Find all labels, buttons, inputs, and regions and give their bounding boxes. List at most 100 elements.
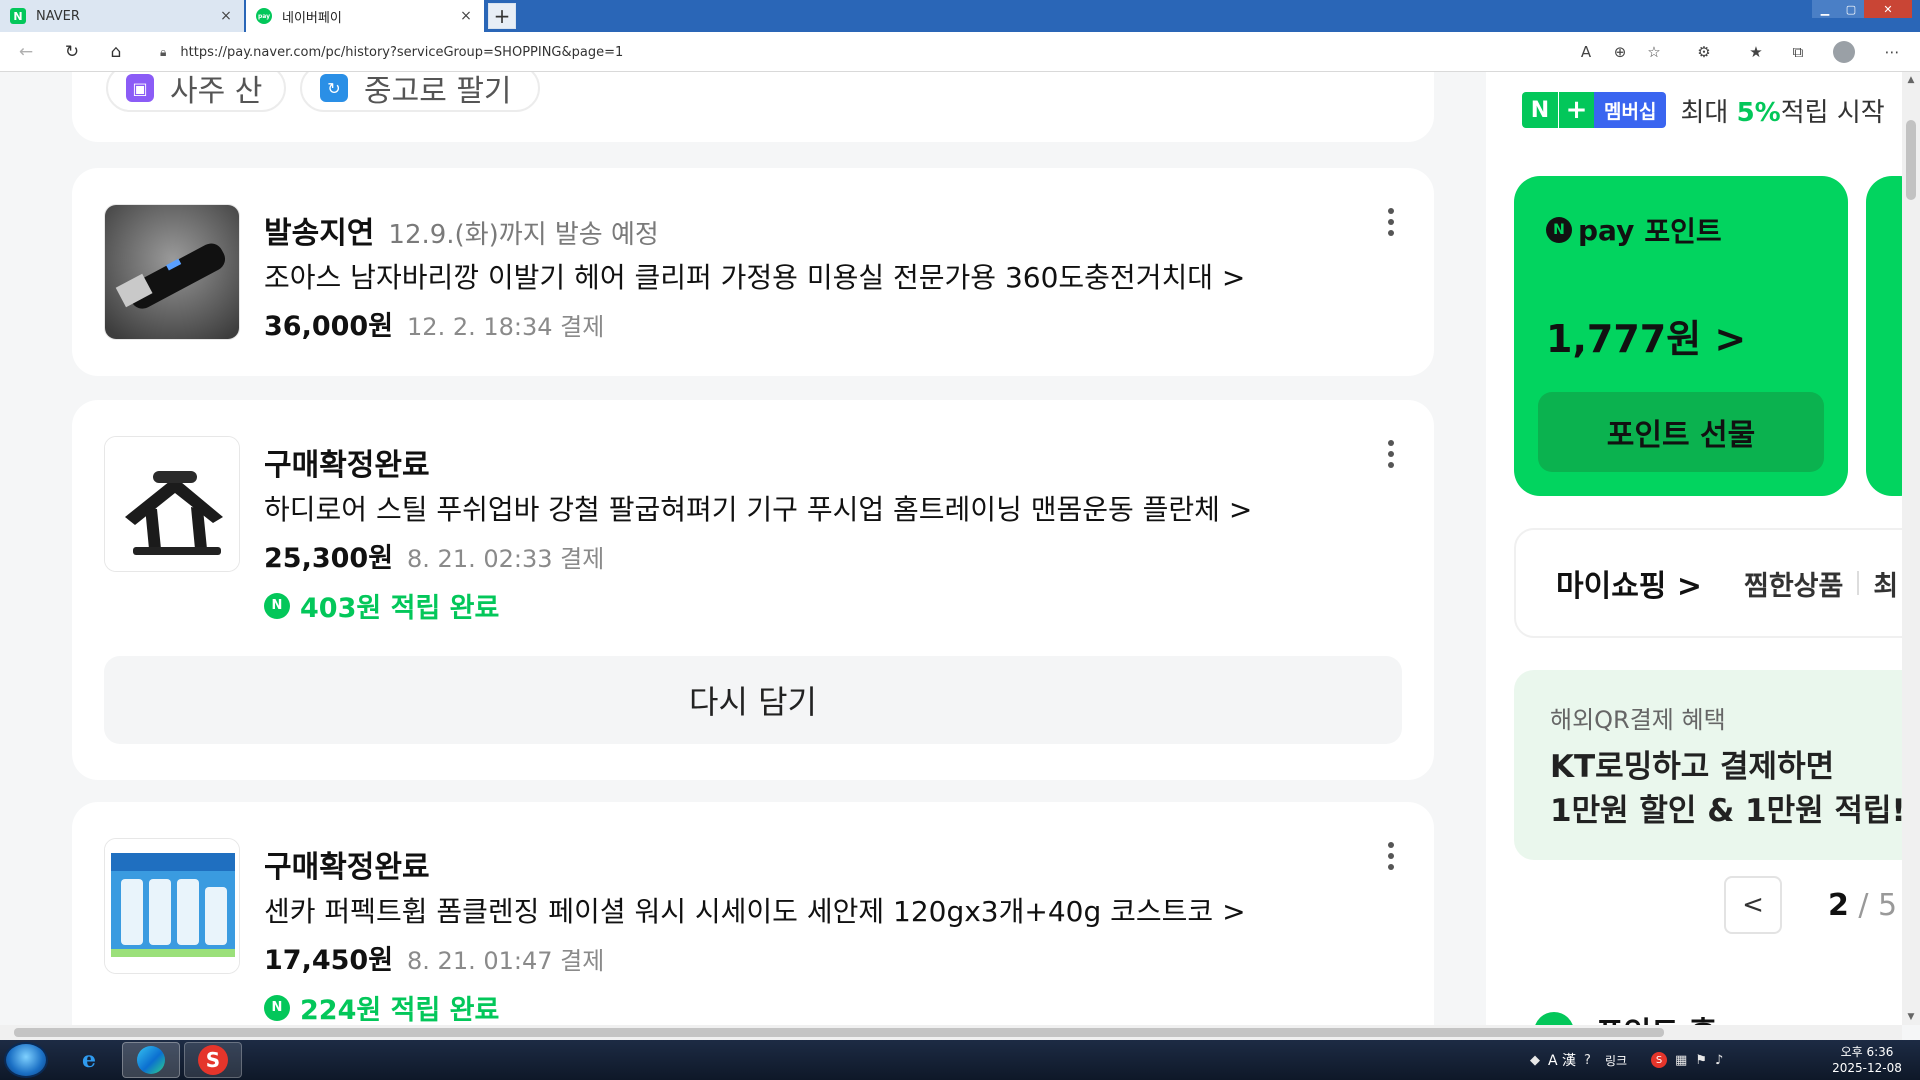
horizontal-scrollbar[interactable]: [0, 1025, 1902, 1040]
wishlist-link[interactable]: 찜한상품: [1744, 564, 1843, 603]
new-tab-button[interactable]: +: [488, 3, 516, 29]
point-balance-link[interactable]: 1,777원 >: [1546, 308, 1746, 363]
scroll-up-icon[interactable]: ▲: [1902, 72, 1920, 88]
price-row: 17,450원 8. 21. 01:47 결제: [264, 938, 604, 977]
more-options-icon[interactable]: ⋯: [1880, 40, 1904, 64]
more-vertical-icon[interactable]: [1376, 202, 1406, 242]
point-reward: 224원 적립 완료: [264, 988, 499, 1025]
scroll-thumb[interactable]: [1906, 120, 1916, 200]
chip-label: 사주 산: [170, 74, 263, 109]
myshopping-box: 마이쇼핑 > 찜한상품 최: [1514, 528, 1902, 638]
chevron-left-icon[interactable]: <: [1724, 876, 1782, 934]
tab-close-icon[interactable]: ×: [458, 8, 474, 24]
tab-naverpay[interactable]: pay 네이버페이 ×: [246, 0, 484, 32]
payment-date: 12. 2. 18:34 결제: [407, 313, 605, 341]
promo-subtitle: 해외QR결제 혜택: [1550, 706, 1726, 734]
bag-icon: ▣: [126, 74, 154, 102]
order-price: 36,000원: [264, 311, 394, 342]
point-home-link[interactable]: 포인트 홈: [1596, 1008, 1717, 1025]
tab-close-icon[interactable]: ×: [218, 8, 234, 24]
read-aloud-icon[interactable]: A: [1574, 40, 1598, 64]
scroll-thumb[interactable]: [14, 1028, 1664, 1037]
naverpay-favicon-icon: pay: [256, 8, 272, 24]
windows-taskbar: e S ◆ A 漢 ? 링크 S ▦ ⚑ ♪ 오후 6:36 2025-12-0…: [0, 1040, 1920, 1080]
ime-indicator[interactable]: A 漢: [1548, 1050, 1576, 1070]
vertical-scrollbar[interactable]: ▲ ▼: [1902, 72, 1920, 1025]
order-status: 발송지연 12.9.(화)까지 발송 예정: [264, 216, 659, 251]
order-status: 구매확정완료: [264, 448, 430, 483]
plus-icon: +: [1558, 92, 1594, 128]
next-card-peek[interactable]: [1866, 176, 1902, 496]
order-price: 25,300원: [264, 543, 394, 574]
window-maximize-button[interactable]: ▢: [1838, 0, 1864, 18]
s-tray-icon[interactable]: S: [1651, 1052, 1668, 1068]
reward-text: 403원 적립 완료: [300, 593, 500, 624]
internet-explorer-icon[interactable]: e: [60, 1042, 118, 1078]
more-vertical-icon[interactable]: [1376, 836, 1406, 876]
payment-date: 8. 21. 02:33 결제: [407, 545, 605, 573]
network-icon[interactable]: ▦: [1675, 1053, 1687, 1068]
order-price: 17,450원: [264, 945, 394, 976]
home-icon[interactable]: ⌂: [104, 40, 128, 64]
volume-icon[interactable]: ♪: [1715, 1053, 1723, 1068]
npay-wordmark: pay: [1578, 213, 1635, 247]
extensions-icon[interactable]: ⚙: [1692, 40, 1716, 64]
favorite-star-icon[interactable]: ☆: [1642, 40, 1666, 64]
browser-toolbar: ← ↻ ⌂ 🔒︎ https://pay.naver.com/pc/histor…: [0, 32, 1920, 72]
point-gift-button[interactable]: 포인트 선물: [1538, 392, 1824, 472]
back-arrow-icon[interactable]: ←: [14, 40, 38, 64]
system-tray: ◆ A 漢 ? 링크 S ▦ ⚑ ♪: [1530, 1046, 1723, 1074]
window-close-button[interactable]: ✕: [1864, 0, 1912, 18]
add-to-cart-again-button[interactable]: 다시 담기: [104, 656, 1402, 744]
tray-links-label[interactable]: 링크: [1605, 1052, 1627, 1069]
more-vertical-icon[interactable]: [1376, 434, 1406, 474]
recycle-icon: ↻: [320, 74, 348, 102]
reward-text: 224원 적립 완료: [300, 995, 500, 1025]
help-icon[interactable]: ?: [1584, 1053, 1591, 1068]
npay-logo: N pay 포인트: [1546, 210, 1722, 250]
taskbar-clock[interactable]: 오후 6:36 2025-12-08: [1820, 1044, 1914, 1076]
favorites-icon[interactable]: ★: [1744, 40, 1768, 64]
sell-used-chip[interactable]: ↻ 중고로 팔기: [300, 72, 540, 112]
product-thumbnail[interactable]: [104, 838, 240, 974]
product-name-link[interactable]: 센카 퍼펙트휩 폼클렌징 페이셜 워시 시세이도 세안제 120gx3개+40g…: [264, 890, 1246, 930]
s-app-icon[interactable]: S: [184, 1042, 242, 1078]
banner-pager: 2 / 5: [1828, 888, 1897, 923]
myshopping-link[interactable]: 마이쇼핑 >: [1556, 561, 1702, 605]
promo-banner[interactable]: 해외QR결제 혜택 KT로밍하고 결제하면 1만원 할인 & 1만원 적립!: [1514, 670, 1902, 860]
tab-naver[interactable]: N NAVER ×: [0, 0, 244, 32]
product-thumbnail[interactable]: [104, 204, 240, 340]
product-name-link[interactable]: 하디로어 스틸 푸쉬업바 강철 팔굽혀펴기 기구 푸시업 홈트레이닝 맨몸운동 …: [264, 488, 1252, 528]
refresh-icon[interactable]: ↻: [60, 40, 84, 64]
price-row: 25,300원 8. 21. 02:33 결제: [264, 536, 604, 575]
membership-rate: 5%: [1736, 97, 1781, 128]
recent-link-partial[interactable]: 최: [1873, 564, 1898, 603]
n-icon: N: [1522, 92, 1558, 128]
tab-title: 네이버페이: [282, 10, 342, 26]
lock-icon[interactable]: 🔒︎: [160, 45, 166, 60]
windows-start-button[interactable]: [4, 1042, 48, 1078]
scroll-down-icon[interactable]: ▼: [1902, 1009, 1920, 1025]
zoom-icon[interactable]: ⊕: [1608, 40, 1632, 64]
membership-text: 최대 5%적립 시작: [1680, 97, 1885, 128]
collections-icon[interactable]: ⧉: [1786, 40, 1810, 64]
profile-button[interactable]: [1832, 40, 1856, 64]
flag-icon[interactable]: ⚑: [1695, 1053, 1707, 1068]
npoint-icon: [264, 592, 290, 619]
window-minimize-button[interactable]: ▁: [1812, 0, 1838, 18]
order-history-list: ▣ 사주 산 ↻ 중고로 팔기 발송지연 12.9.(화)까지 발송 예정 조아스…: [0, 72, 1486, 1025]
buy-again-chip[interactable]: ▣ 사주 산: [106, 72, 286, 112]
edge-browser-icon[interactable]: [122, 1042, 180, 1078]
shield-icon[interactable]: ◆: [1530, 1053, 1540, 1068]
npay-card-label: 포인트: [1644, 215, 1722, 248]
membership-banner[interactable]: N + 멤버십 최대 5%적립 시작: [1522, 90, 1885, 130]
npay-n-icon: N: [1546, 217, 1572, 243]
order-card-partial: ▣ 사주 산 ↻ 중고로 팔기: [72, 72, 1434, 142]
order-card: 발송지연 12.9.(화)까지 발송 예정 조아스 남자바리깡 이발기 헤어 클리…: [72, 168, 1434, 376]
product-name-link[interactable]: 조아스 남자바리깡 이발기 헤어 클리퍼 가정용 미용실 전문가용 360도충전…: [264, 256, 1245, 296]
order-card: 구매확정완료 센카 퍼펙트휩 폼클렌징 페이셜 워시 시세이도 세안제 120g…: [72, 802, 1434, 1025]
address-bar[interactable]: 🔒︎ https://pay.naver.com/pc/history?serv…: [148, 37, 1648, 67]
npay-point-card: N pay 포인트 1,777원 > 포인트 선물: [1514, 176, 1848, 496]
url-text[interactable]: https://pay.naver.com/pc/history?service…: [180, 45, 623, 60]
product-thumbnail[interactable]: [104, 436, 240, 572]
